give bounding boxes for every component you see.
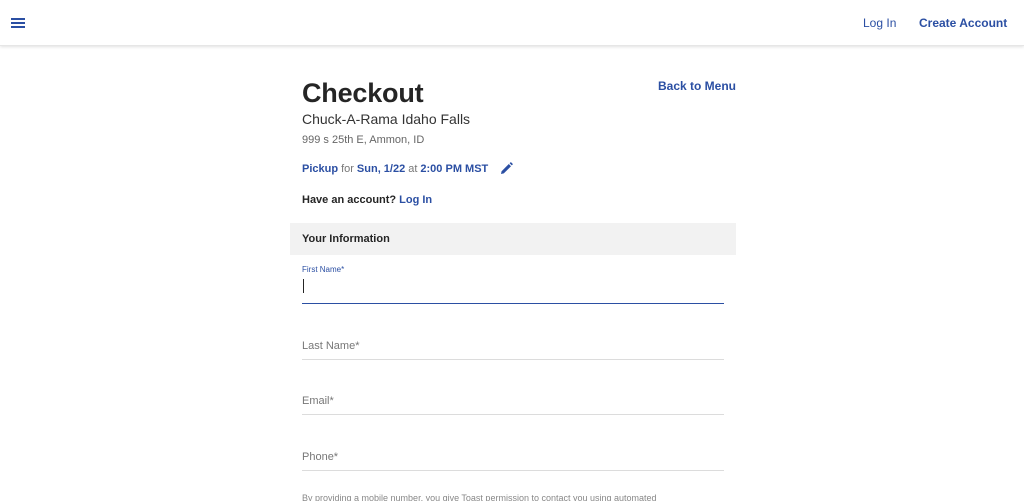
first-name-field[interactable]: First Name* bbox=[302, 265, 724, 304]
phone-disclaimer: By providing a mobile number, you give T… bbox=[302, 493, 657, 501]
top-navigation-bar: Log In Create Account bbox=[0, 0, 1024, 46]
pickup-time[interactable]: 2:00 PM MST bbox=[420, 163, 488, 175]
email-placeholder: Email* bbox=[302, 395, 334, 407]
pencil-icon[interactable] bbox=[500, 162, 514, 175]
last-name-underline bbox=[302, 359, 724, 360]
pickup-mode[interactable]: Pickup bbox=[302, 163, 338, 175]
restaurant-address: 999 s 25th E, Ammon, ID bbox=[302, 134, 425, 146]
last-name-field[interactable]: Last Name* bbox=[302, 330, 724, 360]
text-cursor bbox=[303, 279, 304, 293]
restaurant-name: Chuck-A-Rama Idaho Falls bbox=[302, 111, 471, 127]
back-to-menu-link[interactable]: Back to Menu bbox=[658, 79, 736, 93]
pickup-for-word: for bbox=[341, 162, 354, 175]
email-field[interactable]: Email* bbox=[302, 385, 724, 415]
first-name-label: First Name* bbox=[302, 265, 345, 274]
hamburger-menu-icon[interactable] bbox=[11, 16, 26, 30]
phone-underline bbox=[302, 470, 724, 471]
account-prompt-text: Have an account? bbox=[302, 194, 397, 206]
page-title: Checkout bbox=[302, 78, 424, 108]
account-login-link[interactable]: Log In bbox=[399, 194, 432, 206]
pickup-date[interactable]: Sun, 1/22 bbox=[357, 163, 405, 175]
pickup-summary: Pickup for Sun, 1/22 at 2:00 PM MST bbox=[302, 162, 514, 175]
section-title: Your Information bbox=[302, 233, 390, 245]
last-name-placeholder: Last Name* bbox=[302, 340, 360, 352]
email-underline bbox=[302, 414, 724, 415]
phone-field[interactable]: Phone* bbox=[302, 441, 724, 471]
phone-placeholder: Phone* bbox=[302, 451, 339, 463]
first-name-underline bbox=[302, 303, 724, 304]
create-account-link[interactable]: Create Account bbox=[919, 16, 1007, 30]
your-information-section-header: Your Information bbox=[290, 223, 736, 255]
pickup-at-word: at bbox=[408, 162, 418, 175]
header-login-link[interactable]: Log In bbox=[863, 16, 896, 30]
account-prompt: Have an account? Log In bbox=[302, 194, 432, 206]
